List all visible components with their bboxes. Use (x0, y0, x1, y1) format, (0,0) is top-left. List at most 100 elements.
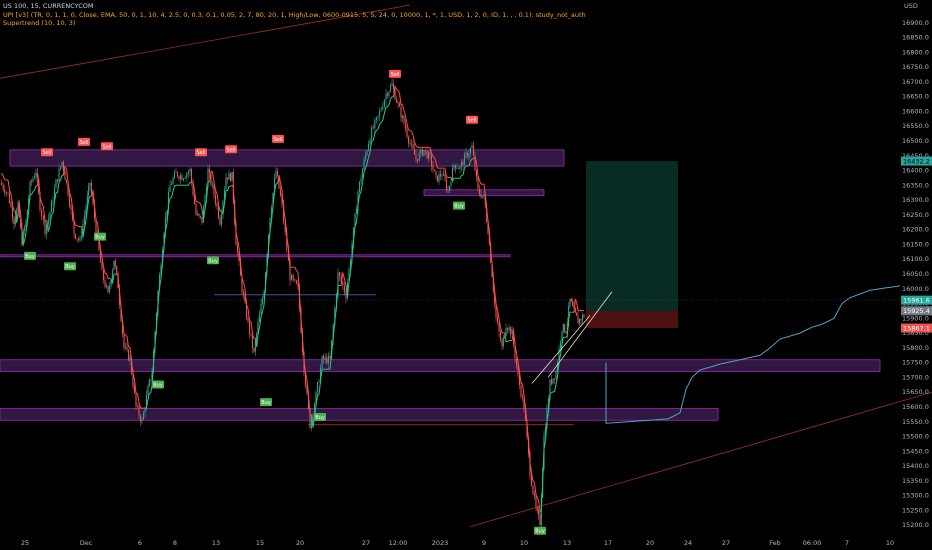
price-tick-label: 15900.0 (902, 314, 929, 322)
price-tick-label: 15400.0 (902, 462, 929, 470)
candle-body (581, 315, 584, 321)
candle-body (438, 174, 440, 182)
price-tick-label: 15650.0 (902, 388, 929, 396)
candle-body (550, 379, 553, 384)
price-tick-label: 16300.0 (902, 196, 929, 204)
candle-body (229, 173, 232, 181)
candle-body (409, 143, 411, 145)
candle-body (397, 102, 399, 104)
symbol-title[interactable]: US 100, 15, CURRENCYCOM (3, 2, 586, 11)
candle-body (475, 170, 478, 177)
candle-body (435, 171, 437, 176)
candle-body (318, 381, 320, 383)
candle-body (539, 514, 541, 526)
price-badge-text: 15925.4 (903, 307, 930, 315)
candle-body (496, 317, 499, 323)
candle-body (10, 203, 12, 207)
sell-signal-text: Sell (390, 72, 399, 78)
candle-body (403, 115, 405, 124)
candle-body (11, 206, 14, 219)
candle-body (150, 379, 152, 381)
candle-body (569, 298, 571, 307)
candle-body (195, 204, 197, 215)
candle-body (170, 184, 173, 185)
candle-body (339, 272, 341, 277)
price-tick-label: 16400.0 (902, 167, 929, 175)
candle-body (124, 347, 127, 349)
candle-body (142, 412, 145, 420)
candle-body (444, 174, 446, 181)
candle-body (88, 185, 90, 196)
candle-body (123, 333, 125, 348)
candle-body (436, 175, 439, 182)
candle-body (324, 357, 326, 360)
price-tick-label: 16600.0 (902, 107, 929, 115)
candle-body (372, 127, 374, 129)
candle-body (345, 292, 347, 299)
candle-body (395, 99, 398, 103)
candle-body (58, 169, 60, 181)
candle-body (77, 238, 80, 240)
candle-body (326, 357, 328, 364)
candle-body (220, 214, 223, 225)
price-tick-label: 16200.0 (902, 226, 929, 234)
time-tick-label: 24 (684, 539, 692, 547)
price-badge-text: 16432.2 (903, 157, 930, 165)
indicator-title[interactable]: UPI [v3] (TR, 0, 1, 1, 0, Close, EMA, 50… (3, 11, 586, 20)
candle-body (577, 315, 579, 324)
candle-body (552, 378, 554, 384)
candle-body (329, 355, 331, 359)
candle-body (116, 265, 118, 274)
candle-body (226, 177, 229, 180)
sell-signal-text: Sell (42, 150, 51, 156)
supertrend-title[interactable]: Supertrend (10, 10, 3) (3, 19, 586, 28)
chart-legend[interactable]: US 100, 15, CURRENCYCOM UPI [v3] (TR, 0,… (3, 2, 586, 28)
time-tick-label: 13 (212, 539, 220, 547)
candle-body (583, 315, 585, 318)
candle-body (508, 327, 510, 330)
candle-body (377, 115, 379, 118)
candle-body (433, 169, 436, 172)
supertrend-segment (51, 213, 54, 215)
zone-box (0, 408, 719, 421)
candle-body (104, 280, 106, 287)
candle-body (417, 159, 419, 161)
candle-body (49, 212, 51, 219)
candle-body (247, 318, 249, 322)
candle-body (392, 83, 395, 89)
candle-body (498, 322, 500, 332)
candle-body (574, 308, 576, 313)
candle-body (24, 226, 26, 232)
candle-body (56, 179, 59, 181)
chart-canvas[interactable]: Sell Sell Sell Sell Sell Sell Sell Sell Buy Buy Bu… (0, 0, 932, 550)
candle-body (502, 337, 504, 347)
candle-body (471, 145, 473, 148)
candle-body (343, 285, 345, 293)
price-tick-label: 15500.0 (902, 433, 929, 441)
candle-body (79, 237, 81, 240)
sell-signal-text: Sell (102, 144, 111, 150)
candle-body (173, 172, 176, 179)
candle-body (386, 93, 389, 96)
candle-body (360, 178, 362, 182)
candle-body (457, 168, 460, 169)
candle-body (225, 177, 227, 190)
candle-body (576, 312, 578, 316)
candle-body (260, 303, 262, 314)
time-tick-label: 27 (362, 539, 370, 547)
candle-body (441, 175, 443, 177)
candle-body (565, 331, 567, 334)
candle-body (181, 175, 183, 181)
candle-body (242, 292, 245, 296)
price-axis[interactable]: 15200.0 15250.0 15300.0 15350.0 15400.0 15450… (902, 19, 929, 529)
candle-body (219, 217, 221, 225)
candle-body (2, 184, 4, 190)
candle-body (126, 347, 128, 350)
currency-label: USD (904, 2, 918, 10)
candle-body (231, 172, 233, 181)
candle-body (172, 178, 174, 185)
candle-body (398, 103, 401, 107)
buy-signal-text: Buy (454, 204, 464, 210)
price-tick-label: 16550.0 (902, 122, 929, 130)
time-tick-label: 15 (256, 539, 264, 547)
